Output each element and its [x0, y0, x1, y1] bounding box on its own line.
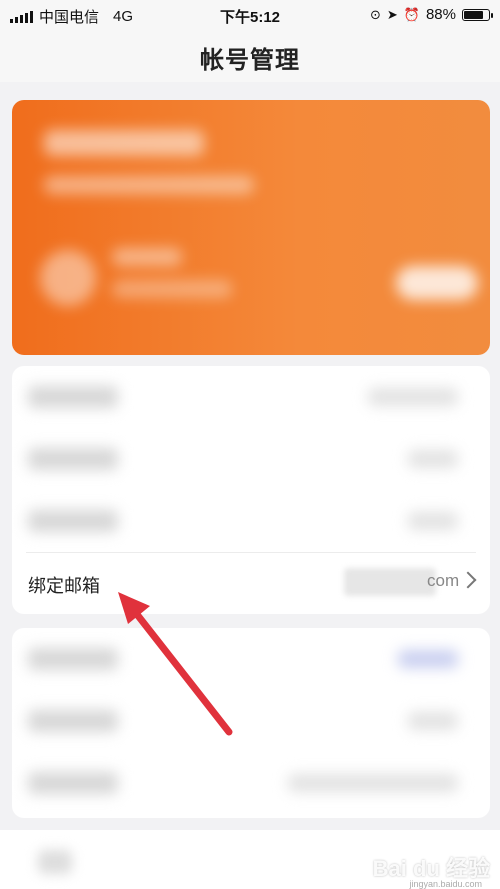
settings-card-account: 绑定邮箱 com — [12, 366, 490, 614]
settings-row-blurred-6[interactable] — [12, 752, 490, 814]
chevron-right-icon — [459, 571, 477, 589]
battery-icon — [462, 8, 493, 21]
account-card[interactable] — [12, 100, 490, 355]
watermark-url: jingyan.baidu.com — [409, 879, 482, 889]
avatar — [40, 250, 96, 306]
settings-row-blurred-2[interactable] — [12, 428, 490, 490]
rotation-lock-icon: ⊙ — [369, 6, 381, 22]
settings-card-secondary — [12, 628, 490, 818]
status-bar: 中国电信 4G 下午5:12 ⊙ ➤ ⏰ 88% — [0, 0, 500, 30]
bind-email-label: 绑定邮箱 — [28, 576, 100, 596]
email-value-redacted — [344, 568, 436, 596]
settings-row-blurred-3[interactable] — [12, 490, 490, 552]
status-right: ⊙ ➤ ⏰ 88% — [369, 6, 493, 23]
bind-email-row[interactable]: 绑定邮箱 com — [12, 554, 490, 614]
page-title: 帐号管理 — [200, 47, 300, 74]
location-icon: ➤ — [386, 6, 398, 22]
settings-row-blurred-4[interactable] — [12, 628, 490, 690]
account-card-blurred-content — [12, 100, 490, 355]
alarm-icon: ⏰ — [403, 6, 420, 22]
row-divider — [26, 552, 476, 553]
nav-bar: 帐号管理 — [0, 30, 500, 82]
email-value-suffix: com — [427, 571, 460, 590]
settings-row-blurred-1[interactable] — [12, 366, 490, 428]
account-card-button — [396, 266, 478, 300]
settings-row-blurred-5[interactable] — [12, 690, 490, 752]
battery-percent: 88% — [425, 6, 456, 23]
